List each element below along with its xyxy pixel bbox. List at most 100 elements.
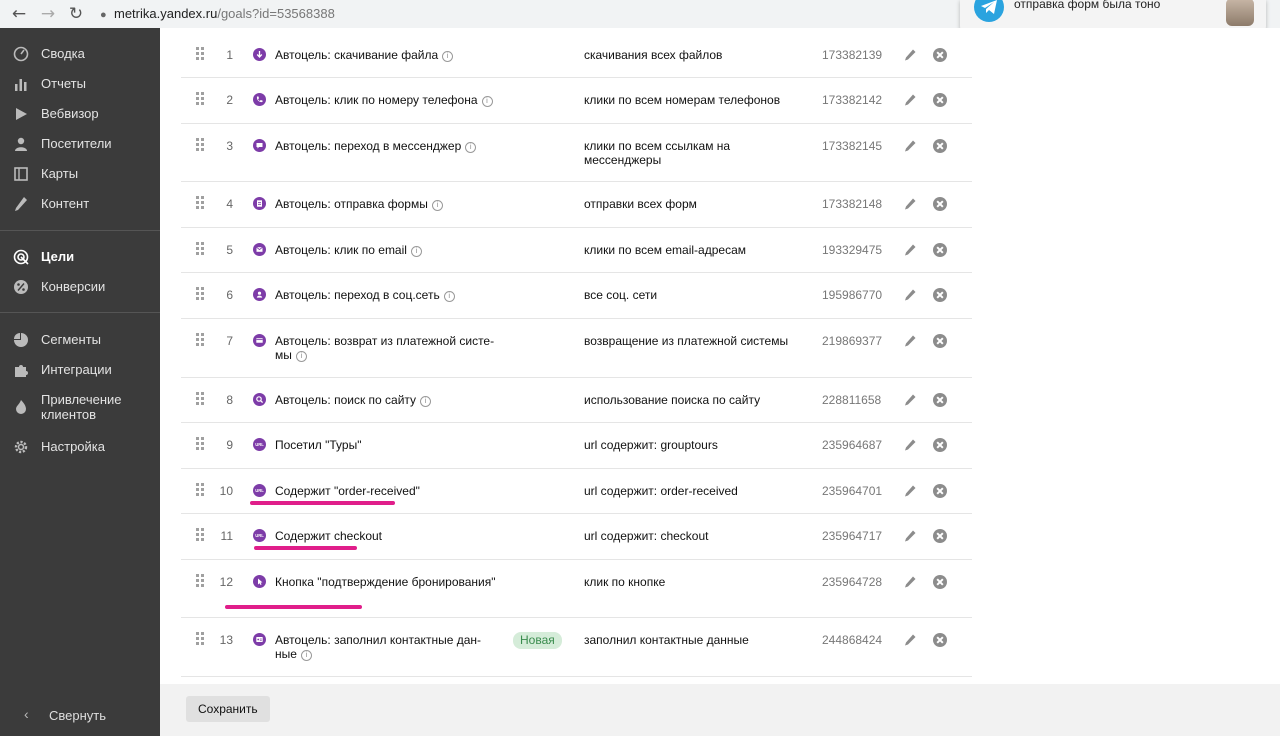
back-icon[interactable]: ← bbox=[8, 3, 30, 25]
delete-icon[interactable] bbox=[933, 484, 947, 498]
sidebar-item-maps[interactable]: Карты bbox=[0, 161, 160, 187]
delete-icon[interactable] bbox=[933, 139, 947, 153]
drag-handle-icon[interactable] bbox=[196, 632, 206, 646]
goal-number: 3 bbox=[226, 139, 233, 153]
delete-icon[interactable] bbox=[933, 334, 947, 348]
delete-icon[interactable] bbox=[933, 93, 947, 107]
drag-handle-icon[interactable] bbox=[196, 242, 206, 256]
goal-condition: клики по всем ссылкам на мессенджеры bbox=[584, 139, 731, 167]
goal-name[interactable]: Автоцель: поиск по сайту i bbox=[275, 393, 500, 407]
info-icon[interactable]: i bbox=[431, 200, 443, 211]
edit-icon[interactable] bbox=[903, 393, 917, 407]
sidebar-item-integrations[interactable]: Интеграции bbox=[0, 357, 160, 383]
drag-handle-icon[interactable] bbox=[196, 92, 206, 106]
sidebar-item-summary[interactable]: Сводка bbox=[0, 41, 160, 67]
delete-icon[interactable] bbox=[933, 438, 947, 452]
edit-icon[interactable] bbox=[903, 438, 917, 452]
delete-icon[interactable] bbox=[933, 575, 947, 589]
url-path: /goals?id=53568388 bbox=[217, 6, 335, 21]
sidebar-item-acquisition[interactable]: Привлечение клиентов bbox=[0, 387, 160, 427]
edit-icon[interactable] bbox=[903, 139, 917, 153]
goal-name[interactable]: Содержит "order-received" bbox=[275, 484, 500, 498]
delete-icon[interactable] bbox=[933, 288, 947, 302]
edit-icon[interactable] bbox=[903, 243, 917, 257]
drag-handle-icon[interactable] bbox=[196, 392, 206, 406]
delete-icon[interactable] bbox=[933, 529, 947, 543]
contact-icon bbox=[253, 633, 266, 646]
edit-icon[interactable] bbox=[903, 288, 917, 302]
edit-icon[interactable] bbox=[903, 529, 917, 543]
click-icon bbox=[253, 575, 266, 588]
edit-icon[interactable] bbox=[903, 48, 917, 62]
goal-name[interactable]: Посетил "Туры" bbox=[275, 438, 500, 452]
info-icon[interactable]: i bbox=[410, 246, 422, 257]
person-icon bbox=[15, 137, 27, 151]
goal-name[interactable]: Автоцель: переход в мессенджер i bbox=[275, 139, 500, 153]
goal-name[interactable]: Автоцель: переход в соц.сеть i bbox=[275, 288, 500, 302]
goal-name[interactable]: Автоцель: отправка формы i bbox=[275, 197, 500, 211]
sidebar-item-goals[interactable]: Цели bbox=[0, 244, 160, 270]
delete-icon[interactable] bbox=[933, 48, 947, 62]
goal-number: 2 bbox=[226, 93, 233, 107]
drag-handle-icon[interactable] bbox=[196, 574, 206, 588]
goal-name[interactable]: Кнопка "подтверждение бронирования" bbox=[275, 575, 500, 589]
sidebar-item-settings[interactable]: Настройка bbox=[0, 434, 160, 460]
save-button[interactable]: Сохранить bbox=[186, 696, 270, 722]
drag-handle-icon[interactable] bbox=[196, 287, 206, 301]
table-row: 1 Автоцель: скачивание файла i скачивания… bbox=[181, 33, 972, 78]
goal-name[interactable]: Содержит checkout bbox=[275, 529, 500, 543]
delete-icon[interactable] bbox=[933, 243, 947, 257]
drag-handle-icon[interactable] bbox=[196, 138, 206, 152]
drag-handle-icon[interactable] bbox=[196, 47, 206, 61]
info-icon[interactable]: i bbox=[300, 650, 312, 661]
goal-name[interactable]: Автоцель: заполнил контактные дан-ные i bbox=[275, 633, 500, 661]
edit-icon[interactable] bbox=[903, 633, 917, 647]
delete-icon[interactable] bbox=[933, 393, 947, 407]
drag-handle-icon[interactable] bbox=[196, 196, 206, 210]
goal-id: 195986770 bbox=[822, 288, 883, 302]
lock-icon: ● bbox=[100, 9, 107, 21]
drag-handle-icon[interactable] bbox=[196, 333, 206, 347]
edit-icon[interactable] bbox=[903, 484, 917, 498]
address-bar[interactable]: ● metrika.yandex.ru/goals?id=53568388 bbox=[100, 3, 335, 25]
goal-condition: клики по всем номерам телефонов bbox=[584, 93, 781, 107]
reload-icon[interactable]: ↻ bbox=[65, 3, 87, 25]
sidebar-item-reports[interactable]: Отчеты bbox=[0, 71, 160, 97]
goal-name[interactable]: Автоцель: скачивание файла i bbox=[275, 48, 500, 62]
table-row: 10 URL Содержит "order-received" url сод… bbox=[181, 469, 972, 514]
edit-icon[interactable] bbox=[903, 197, 917, 211]
delete-icon[interactable] bbox=[933, 633, 947, 647]
edit-icon[interactable] bbox=[903, 575, 917, 589]
svg-text:URL: URL bbox=[255, 533, 264, 538]
goal-name-text: Содержит "order-received" bbox=[275, 484, 420, 498]
info-icon[interactable]: i bbox=[481, 96, 493, 107]
drag-handle-icon[interactable] bbox=[196, 483, 206, 497]
goal-name[interactable]: Автоцель: клик по номеру телефона i bbox=[275, 93, 500, 107]
edit-icon[interactable] bbox=[903, 93, 917, 107]
svg-text:URL: URL bbox=[255, 442, 264, 447]
goal-name-text: Кнопка "подтверждение бронирования" bbox=[275, 575, 496, 589]
edit-icon[interactable] bbox=[903, 334, 917, 348]
sidebar-item-content[interactable]: Контент bbox=[0, 191, 160, 217]
sidebar-item-label: Отчеты bbox=[41, 76, 86, 91]
collapse-sidebar-button[interactable]: ‹ Свернуть bbox=[0, 703, 160, 729]
drag-handle-icon[interactable] bbox=[196, 437, 206, 451]
info-icon[interactable]: i bbox=[442, 51, 454, 62]
sidebar-item-webvisor[interactable]: Вебвизор bbox=[0, 101, 160, 127]
info-icon[interactable]: i bbox=[295, 351, 307, 362]
sidebar-item-segments[interactable]: Сегменты bbox=[0, 327, 160, 353]
goal-name[interactable]: Автоцель: клик по email i bbox=[275, 243, 500, 257]
delete-icon[interactable] bbox=[933, 197, 947, 211]
forward-icon[interactable]: → bbox=[37, 3, 59, 25]
goal-name-text: Автоцель: возврат из платежной систе-мы bbox=[275, 334, 495, 362]
highlight-underline bbox=[254, 546, 357, 550]
goal-name-text: Автоцель: отправка формы bbox=[275, 197, 428, 211]
info-icon[interactable]: i bbox=[420, 396, 432, 407]
sidebar-item-conversions[interactable]: Конверсии bbox=[0, 274, 160, 300]
goal-condition: все соц. сети bbox=[584, 288, 658, 302]
goal-name[interactable]: Автоцель: возврат из платежной систе-мы i bbox=[275, 334, 500, 362]
drag-handle-icon[interactable] bbox=[196, 528, 206, 542]
info-icon[interactable]: i bbox=[465, 142, 477, 153]
sidebar-item-visitors[interactable]: Посетители bbox=[0, 131, 160, 157]
info-icon[interactable]: i bbox=[443, 291, 455, 302]
